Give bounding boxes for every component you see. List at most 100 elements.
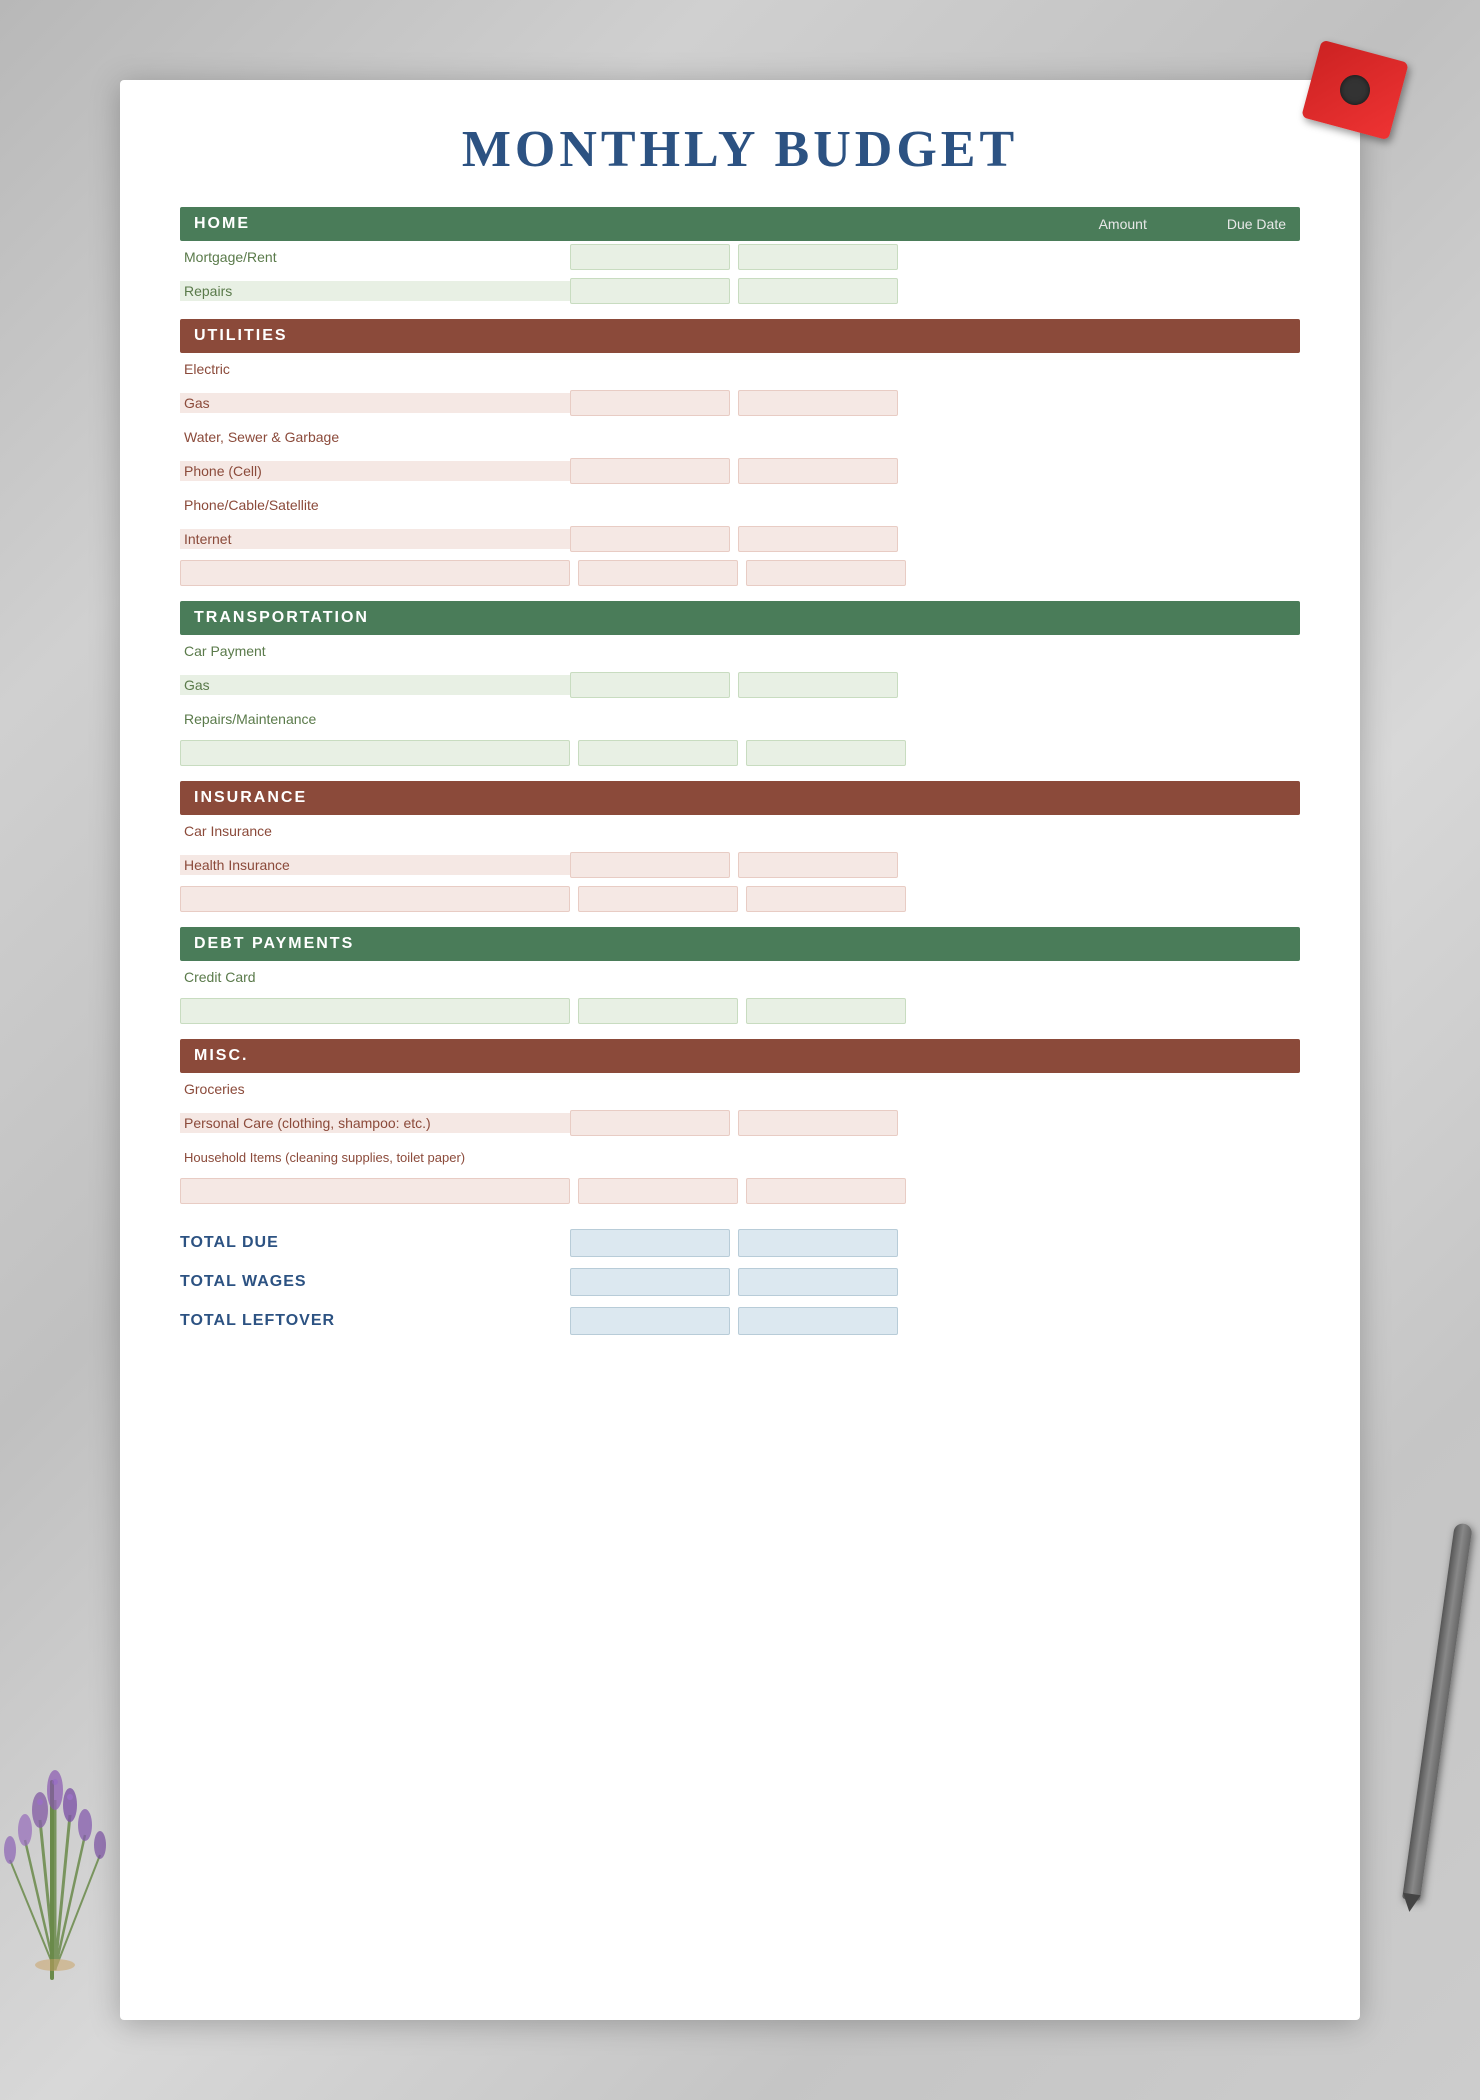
row-phone-cell: Phone (Cell) [180, 455, 1300, 487]
row-label-health-insurance: Health Insurance [180, 855, 570, 875]
row-label-groceries: Groceries [180, 1081, 570, 1097]
row-label-car-insurance: Car Insurance [180, 823, 570, 839]
debt-title: DEBT PAYMENTS [194, 935, 354, 953]
total-due-label: TOTAL DUE [180, 1234, 570, 1252]
debt-header: DEBT PAYMENTS [180, 927, 1300, 961]
row-util-blank [180, 557, 1300, 589]
input-misc-blank-due[interactable] [746, 1178, 906, 1204]
row-ins-blank [180, 883, 1300, 915]
row-label-repairs: Repairs [180, 281, 570, 301]
input-personal-care-due[interactable] [738, 1110, 898, 1136]
row-total-leftover: TOTAL LEFTOVER [180, 1303, 1300, 1339]
input-trans-blank-amount[interactable] [578, 740, 738, 766]
row-repairs: Repairs [180, 275, 1300, 307]
input-internet-due[interactable] [738, 526, 898, 552]
transportation-title: TRANSPORTATION [194, 609, 369, 627]
row-gas-trans: Gas [180, 669, 1300, 701]
input-misc-blank-label[interactable] [180, 1178, 570, 1204]
row-label-internet: Internet [180, 529, 570, 549]
row-car-insurance: Car Insurance [180, 815, 1300, 847]
home-header: HOME Amount Due Date [180, 207, 1300, 241]
input-util-blank-amount[interactable] [578, 560, 738, 586]
row-repairs-maint: Repairs/Maintenance [180, 703, 1300, 735]
misc-header: MISC. [180, 1039, 1300, 1073]
input-ins-blank-label[interactable] [180, 886, 570, 912]
total-wages-label: TOTAL WAGES [180, 1273, 570, 1291]
input-total-wages-date[interactable] [738, 1268, 898, 1296]
section-insurance: INSURANCE Car Insurance Health Insurance [180, 781, 1300, 915]
input-repairs-due[interactable] [738, 278, 898, 304]
input-total-due-date[interactable] [738, 1229, 898, 1257]
input-ins-blank-amount[interactable] [578, 886, 738, 912]
misc-title: MISC. [194, 1047, 248, 1065]
row-label-credit-card: Credit Card [180, 969, 570, 985]
input-mortgage-amount[interactable] [570, 244, 730, 270]
row-gas-util: Gas [180, 387, 1300, 419]
row-label-personal-care: Personal Care (clothing, shampoo: etc.) [180, 1113, 570, 1133]
row-label-repairs-maint: Repairs/Maintenance [180, 711, 570, 727]
input-debt-blank-due[interactable] [746, 998, 906, 1024]
input-util-blank-label[interactable] [180, 560, 570, 586]
section-utilities: UTILITIES Electric Gas Water, Sewer & Ga… [180, 319, 1300, 589]
row-label-water: Water, Sewer & Garbage [180, 429, 570, 445]
utilities-header: UTILITIES [180, 319, 1300, 353]
input-mortgage-due[interactable] [738, 244, 898, 270]
row-credit-card: Credit Card [180, 961, 1300, 993]
input-repairs-amount[interactable] [570, 278, 730, 304]
input-gas-trans-amount[interactable] [570, 672, 730, 698]
lavender-decoration [0, 1700, 140, 1980]
section-home: HOME Amount Due Date Mortgage/Rent Repai… [180, 207, 1300, 307]
total-leftover-label: TOTAL LEFTOVER [180, 1312, 570, 1330]
row-groceries: Groceries [180, 1073, 1300, 1105]
home-due-col: Due Date [1227, 216, 1286, 232]
input-util-blank-due[interactable] [746, 560, 906, 586]
row-household: Household Items (cleaning supplies, toil… [180, 1141, 1300, 1173]
input-health-insurance-amount[interactable] [570, 852, 730, 878]
section-debt: DEBT PAYMENTS Credit Card [180, 927, 1300, 1027]
input-phone-cell-due[interactable] [738, 458, 898, 484]
row-mortgage: Mortgage/Rent [180, 241, 1300, 273]
page-title: MONTHLY BUDGET [180, 120, 1300, 179]
row-label-cable: Phone/Cable/Satellite [180, 497, 570, 513]
input-trans-blank-label[interactable] [180, 740, 570, 766]
input-trans-blank-due[interactable] [746, 740, 906, 766]
row-water: Water, Sewer & Garbage [180, 421, 1300, 453]
row-label-phone-cell: Phone (Cell) [180, 461, 570, 481]
input-total-leftover-date[interactable] [738, 1307, 898, 1335]
row-label-electric: Electric [180, 361, 570, 377]
input-internet-amount[interactable] [570, 526, 730, 552]
row-total-due: TOTAL DUE [180, 1225, 1300, 1261]
row-trans-blank [180, 737, 1300, 769]
row-cable: Phone/Cable/Satellite [180, 489, 1300, 521]
insurance-title: INSURANCE [194, 789, 307, 807]
transportation-header: TRANSPORTATION [180, 601, 1300, 635]
input-personal-care-amount[interactable] [570, 1110, 730, 1136]
row-label-household: Household Items (cleaning supplies, toil… [180, 1150, 570, 1165]
input-total-wages-amount[interactable] [570, 1268, 730, 1296]
row-car-payment: Car Payment [180, 635, 1300, 667]
section-transportation: TRANSPORTATION Car Payment Gas Repairs/M… [180, 601, 1300, 769]
input-total-due-amount[interactable] [570, 1229, 730, 1257]
insurance-header: INSURANCE [180, 781, 1300, 815]
input-debt-blank-amount[interactable] [578, 998, 738, 1024]
input-misc-blank-amount[interactable] [578, 1178, 738, 1204]
input-gas-trans-due[interactable] [738, 672, 898, 698]
input-health-insurance-due[interactable] [738, 852, 898, 878]
input-debt-blank-label[interactable] [180, 998, 570, 1024]
input-gas-util-amount[interactable] [570, 390, 730, 416]
row-label-car-payment: Car Payment [180, 643, 570, 659]
totals-section: TOTAL DUE TOTAL WAGES TOTAL LEFTOVER [180, 1225, 1300, 1339]
input-gas-util-due[interactable] [738, 390, 898, 416]
input-ins-blank-due[interactable] [746, 886, 906, 912]
row-label-gas-util: Gas [180, 393, 570, 413]
input-total-leftover-amount[interactable] [570, 1307, 730, 1335]
row-internet: Internet [180, 523, 1300, 555]
input-phone-cell-amount[interactable] [570, 458, 730, 484]
row-label-mortgage: Mortgage/Rent [180, 249, 570, 265]
row-health-insurance: Health Insurance [180, 849, 1300, 881]
row-label-gas-trans: Gas [180, 675, 570, 695]
home-amount-col: Amount [1099, 216, 1147, 232]
row-misc-blank [180, 1175, 1300, 1207]
row-debt-blank [180, 995, 1300, 1027]
utilities-title: UTILITIES [194, 327, 288, 345]
